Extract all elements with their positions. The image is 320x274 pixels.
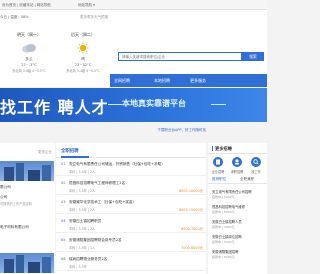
job-row[interactable]: 01 安立电气有限责任公司储运，外贸销售（社保+包吃+补助） 本科 | 3-5年… (56, 159, 206, 176)
promo-banner[interactable]: 找工作 聘人才 本地真实靠谱平台 (0, 88, 267, 122)
job-meta: 本科 | 3-5年 | 2人 (69, 189, 96, 193)
sidebar-job-title[interactable]: 安徽浦翔集团招聘 (212, 249, 238, 254)
weather-temp: 23~32°C (74, 63, 92, 67)
nav-item-all-jobs[interactable]: 全网招聘 (114, 78, 130, 84)
recruit-sidebar: 更多招聘 企业招聘 求职招聘 找工作 推荐职位 全职兼职 安立电气有限责任公司招… (208, 143, 267, 274)
company-image[interactable] (0, 161, 54, 181)
job-title[interactable]: 瑞尚招聘物业服务员2名 (69, 257, 107, 262)
job-number: 03 (61, 200, 66, 204)
job-number: 05 (61, 238, 66, 242)
weather-day-after: 后天（周二） 晴 23~32°C 东北风 3-4级 4~5.5°C (58, 32, 108, 73)
job-number: 06 (61, 257, 66, 261)
weather-panel: 今日 | 温度：58% 更多更多天气预报 明天（周一） 多云 27~-3°C 东… (0, 10, 110, 87)
main-nav: 全网招聘 本地招聘 更多服务 (110, 74, 267, 87)
header-accent (212, 146, 213, 151)
banner-title: 找工作 聘人才 (0, 98, 109, 117)
job-row[interactable]: 06 瑞尚招聘物业服务员2名 本科 | 3-5年 (56, 254, 206, 271)
nav-item-local-jobs[interactable]: 本地招聘 (154, 78, 170, 84)
job-salary: 8000-7000元 (181, 227, 203, 231)
weather-day-tomorrow: 明天（周一） 多云 27~-3°C 东北风 3-4级 4~5.5°C (4, 32, 54, 73)
job-meta: 本科 | 3-5年 | 2人 (69, 208, 96, 212)
job-salary: 7000-8500元 (181, 246, 203, 250)
sunny-icon (75, 42, 91, 54)
weather-condition: 晴 (81, 57, 85, 61)
sidebar-job-title[interactable]: 安徽白土镇招聘人员 (212, 219, 242, 224)
job-title[interactable]: 安徽白土镇招聘职员 (69, 219, 101, 224)
sidebar-job-title[interactable]: 恒昌科技招聘电气维修 (212, 204, 245, 209)
featured-companies: 更多企业 限公司 公司 可提供的工作产品定制 电子材料有限公司 (0, 143, 55, 274)
company-name[interactable]: 电子材料有限公司 (0, 225, 29, 230)
job-title[interactable]: 安徽威华化学技术工（社保+包吃+奖金） (69, 200, 136, 205)
job-title[interactable]: 安立电气有限责任公司储运，外贸销售（社保+包吃+补助） (69, 162, 165, 167)
job-number: 02 (61, 181, 66, 185)
weather-temp: 27~-3°C (21, 63, 37, 67)
job-list-panel: 全职招聘 01 安立电气有限责任公司储运，外贸销售（社保+包吃+补助） 本科 |… (56, 143, 206, 274)
building-icon (213, 157, 223, 167)
topbar-links[interactable]: 设为首页 | 收藏本站 | 网站导航 (2, 3, 51, 8)
search-icon (251, 157, 261, 167)
job-meta: 本科 | 3-5年 (69, 265, 87, 269)
job-meta: 本科 | 3-5年 | 1人 (69, 246, 96, 250)
weather-day-label: 明天（周一） (17, 32, 41, 37)
sidebar-job-sub: 招聘中 | 4000元 (212, 225, 235, 229)
sidebar-tabs: 推荐职位 全职兼职 (208, 174, 267, 184)
search-area: 搜索 (110, 10, 267, 74)
tab-fulltime[interactable]: 全职招聘 (61, 148, 79, 154)
job-meta: 本科 | 3-5年 | 2人 (69, 227, 96, 231)
company-desc: 可提供的工作产品定制 (0, 202, 32, 206)
sidebar-job-sub: 招聘中 | 6000元 (212, 210, 235, 214)
weather-more-link[interactable]: 更多更多天气预报 (80, 15, 108, 20)
banner-divider (108, 104, 122, 105)
job-row[interactable]: 04 安徽白土镇招聘职员 本科 | 3-5年 | 2人 8000-7000元 (56, 216, 206, 233)
search-box (118, 52, 242, 61)
sidebar-title: 更多招聘 (215, 146, 232, 151)
job-salary: 8000-15000元 (178, 208, 203, 212)
app-download-note[interactable]: 下载职业台APP，好工作随时找 (62, 128, 206, 133)
job-row[interactable]: 03 安徽威华化学技术工（社保+包吃+奖金） 本科 | 3-5年 | 2人 80… (56, 197, 206, 214)
site-nav-link[interactable]: 网站导航 ▾ (78, 3, 95, 8)
tab-indicator (61, 156, 89, 158)
action-find-job[interactable]: 找工作 (246, 157, 266, 174)
sidebar-header: 更多招聘 (208, 143, 267, 154)
job-title[interactable]: 恒昌科技招聘电气工程师修理工2名 (69, 181, 125, 186)
banner-subtitle: 本地真实靠谱平台 (122, 99, 186, 108)
top-bar: 设为首页 | 收藏本站 | 网站导航 网站导航 ▾ (0, 0, 267, 10)
tab-fulltime-parttime[interactable]: 全职兼职 (240, 177, 254, 182)
sidebar-job-title[interactable]: 安立电气有限责任公司招聘 (212, 189, 252, 194)
job-tabs: 全职招聘 (56, 143, 206, 158)
weather-wind: 东北风 3-4级 4~5.5°C (12, 69, 46, 73)
job-title[interactable]: 安徽浦翔集团招聘财会岗专员2名 (69, 238, 122, 243)
search-button[interactable]: 搜索 (242, 52, 264, 61)
company-name[interactable]: 公司 (0, 195, 7, 200)
sidebar-job-sub: 招聘中 | 5000元 (212, 255, 235, 259)
company-image[interactable] (0, 253, 54, 273)
job-row[interactable]: 02 恒昌科技招聘电气工程师修理工2名 本科 | 3-5年 | 2人 6000-… (56, 178, 206, 195)
weather-condition: 多云 (25, 57, 33, 61)
job-number: 04 (61, 219, 66, 223)
weather-wind: 东北风 3-4级 4~5.5°C (66, 69, 100, 73)
nav-item-more-services[interactable]: 更多服务 (190, 78, 206, 84)
weather-day-label: 后天（周二） (71, 32, 95, 37)
job-salary: 6000-10000元 (178, 189, 203, 193)
job-number: 01 (61, 162, 66, 166)
sidebar-job-title[interactable]: 安徽白土镇岗位招聘 (212, 234, 242, 239)
banner-divider (211, 104, 226, 105)
company-name[interactable]: 限公司 (0, 185, 11, 190)
tab-recommended[interactable]: 推荐职位 (212, 177, 226, 182)
weather-header: 今日 | 温度：58% (0, 15, 29, 19)
sidebar-job-sub: 招聘中 | 5000元 (212, 195, 235, 199)
companies-more-link[interactable]: 更多企业 (38, 150, 52, 155)
job-row[interactable]: 05 安徽浦翔集团招聘财会岗专员2名 本科 | 3-5年 | 1人 7000-8… (56, 235, 206, 252)
search-input[interactable] (119, 53, 241, 60)
action-resume[interactable]: 求职招聘 (227, 157, 247, 174)
job-meta: 本科 | 3-5年 | 2人 (69, 170, 96, 174)
user-icon (232, 157, 242, 167)
cloudy-icon (21, 42, 37, 54)
sidebar-job-sub: 招聘中 | 5000元 (212, 240, 235, 244)
action-company-recruit[interactable]: 企业招聘 (208, 157, 228, 174)
